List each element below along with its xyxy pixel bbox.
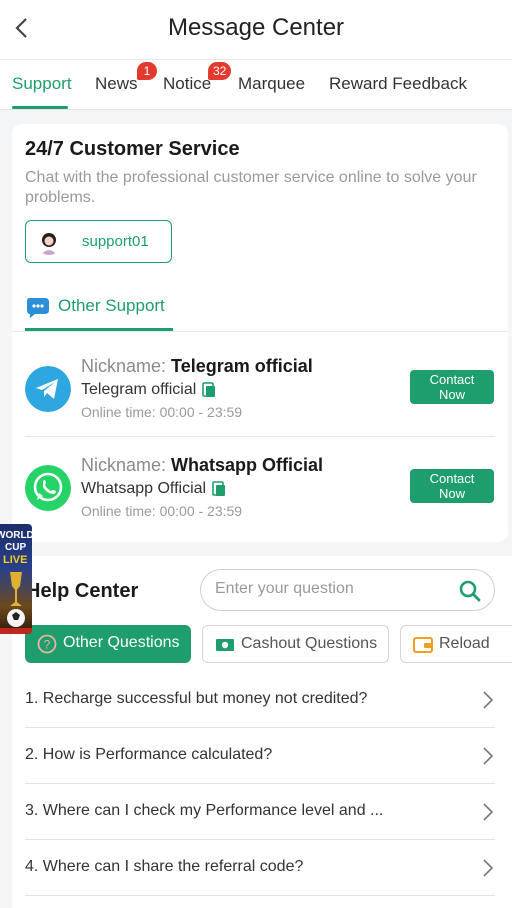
tab-notice[interactable]: Notice xyxy=(163,60,211,110)
news-badge: 1 xyxy=(137,62,157,80)
customer-service-card: 24/7 Customer Service Chat with the prof… xyxy=(12,124,508,542)
faq-item[interactable]: 2. How is Performance calculated? xyxy=(25,728,495,784)
faq-question: 2. How is Performance calculated? xyxy=(25,746,273,763)
faq-question: 3. Where can I check my Performance leve… xyxy=(25,802,384,819)
contact-nickname: Nickname: Telegram official xyxy=(81,356,313,377)
help-center-title: Help Center xyxy=(26,580,139,602)
banner-text-cup: CUP xyxy=(5,542,26,553)
support-agent-label: support01 xyxy=(82,233,149,250)
top-bar: Message Center xyxy=(0,0,512,60)
svg-text:?: ? xyxy=(44,638,51,652)
tab-news[interactable]: News xyxy=(95,60,138,110)
category-cashout-questions[interactable]: Cashout Questions xyxy=(202,625,389,663)
cash-icon xyxy=(216,639,234,651)
customer-service-description: Chat with the professional customer serv… xyxy=(25,169,477,206)
telegram-icon xyxy=(25,366,71,412)
tab-support[interactable]: Support xyxy=(12,60,72,110)
faq-item[interactable]: 3. Where can I check my Performance leve… xyxy=(25,784,495,840)
customer-service-title: 24/7 Customer Service xyxy=(25,138,240,160)
contact-now-button-telegram[interactable]: Contact Now xyxy=(410,370,494,404)
copy-icon[interactable] xyxy=(212,481,226,497)
contact-nickname: Nickname: Whatsapp Official xyxy=(81,455,323,476)
chevron-right-icon xyxy=(483,747,494,765)
faq-question: 4. Where can I share the referral code? xyxy=(25,858,304,875)
wallet-icon xyxy=(413,637,433,653)
chat-bubble-icon xyxy=(27,298,49,318)
nickname-value: Whatsapp Official xyxy=(171,455,324,475)
notice-badge: 32 xyxy=(208,62,232,80)
tab-marquee[interactable]: Marquee xyxy=(238,60,305,110)
banner-text-live: LIVE xyxy=(3,554,27,566)
chevron-right-icon xyxy=(483,803,494,821)
tab-bar: Support News 1 Notice 32 Marquee Reward … xyxy=(0,60,512,110)
category-label: Reload xyxy=(439,635,490,652)
nickname-value: Telegram official xyxy=(171,356,313,376)
help-center-card: Help Center ? Other Questions Cashout Qu… xyxy=(12,556,512,908)
handle-text: Telegram official xyxy=(81,381,197,398)
category-reload[interactable]: Reload xyxy=(400,625,512,663)
tab-reward-feedback[interactable]: Reward Feedback xyxy=(329,60,467,110)
category-label: Cashout Questions xyxy=(241,635,378,652)
copy-icon[interactable] xyxy=(202,382,216,398)
nickname-key: Nickname: xyxy=(81,455,172,475)
support-agent-button[interactable]: support01 xyxy=(25,220,172,263)
banner-text-world: WORLD xyxy=(0,530,32,541)
search-icon[interactable] xyxy=(458,579,482,603)
handle-text: Whatsapp Official xyxy=(81,480,207,497)
avatar xyxy=(36,229,62,255)
whatsapp-icon xyxy=(25,465,71,511)
chevron-right-icon xyxy=(483,859,494,877)
search-input[interactable] xyxy=(215,580,445,598)
contact-online-time: Online time: 00:00 - 23:59 xyxy=(81,404,243,420)
contact-handle: Telegram official xyxy=(81,381,216,399)
search-box xyxy=(200,569,495,611)
page-title: Message Center xyxy=(167,14,345,41)
faq-item[interactable]: 4. Where can I share the referral code? xyxy=(25,840,495,896)
world-cup-live-banner[interactable]: WORLD CUP LIVE xyxy=(0,524,32,634)
divider xyxy=(12,331,508,332)
question-icon: ? xyxy=(37,634,57,654)
category-label: Other Questions xyxy=(63,634,180,651)
other-support-label: Other Support xyxy=(58,296,165,315)
nickname-key: Nickname: xyxy=(81,356,172,376)
contact-online-time: Online time: 00:00 - 23:59 xyxy=(81,503,243,519)
faq-question: 1. Recharge successful but money not cre… xyxy=(25,690,368,707)
contact-now-button-whatsapp[interactable]: Contact Now xyxy=(410,469,494,503)
chevron-right-icon xyxy=(483,691,494,709)
contact-row-whatsapp: Nickname: Whatsapp Official Whatsapp Off… xyxy=(12,437,508,535)
category-other-questions[interactable]: ? Other Questions xyxy=(25,625,191,663)
active-tab-indicator xyxy=(12,106,68,109)
contact-row-telegram: Nickname: Telegram official Telegram off… xyxy=(12,338,508,436)
faq-item[interactable]: 1. Recharge successful but money not cre… xyxy=(25,672,495,728)
contact-handle: Whatsapp Official xyxy=(81,480,226,498)
